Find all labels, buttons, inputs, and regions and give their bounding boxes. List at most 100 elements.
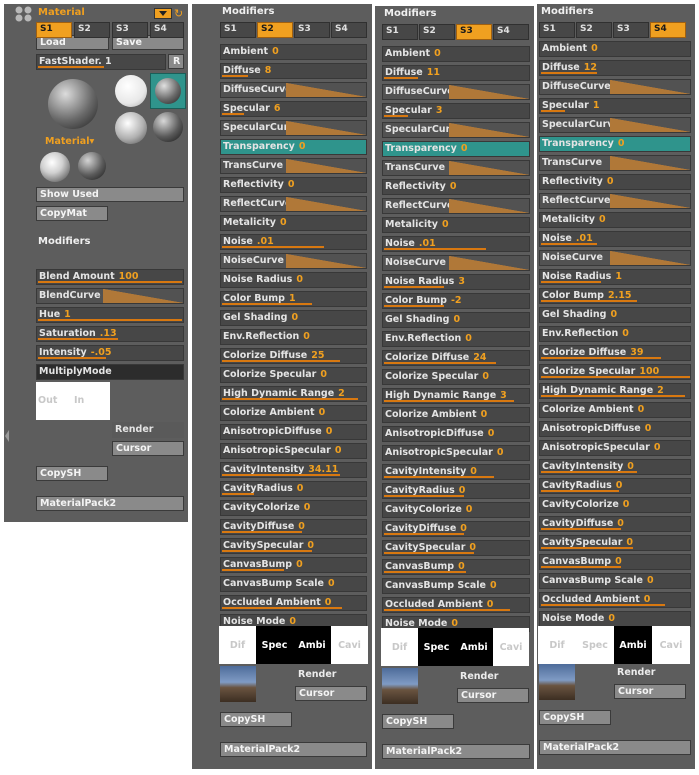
- out-in-box[interactable]: Out In: [36, 382, 110, 420]
- slot-s4-button[interactable]: S4: [493, 24, 529, 40]
- reflectcurve[interactable]: ReflectCurve: [539, 193, 691, 209]
- noise-slider[interactable]: Noise .01: [382, 236, 530, 252]
- diffusecurve[interactable]: DiffuseCurve: [220, 82, 367, 98]
- cavityspecular-slider[interactable]: CavitySpecular 0: [220, 538, 367, 554]
- cavityradius-slider[interactable]: CavityRadius 0: [539, 478, 691, 494]
- blend-curve[interactable]: BlendCurve: [36, 288, 184, 304]
- env-reflection-slider[interactable]: Env.Reflection 0: [382, 331, 530, 347]
- material-thumb-bright[interactable]: [40, 152, 70, 182]
- multiply-mode-field[interactable]: MultiplyMode: [36, 364, 184, 380]
- colorize-specular-slider[interactable]: Colorize Specular 0: [382, 369, 530, 385]
- channel-ambi-button[interactable]: Ambi: [614, 626, 652, 664]
- ambient-slider[interactable]: Ambient 0: [220, 44, 367, 60]
- colorize-ambient-slider[interactable]: Colorize Ambient 0: [539, 402, 691, 418]
- channel-spec-button[interactable]: Spec: [256, 626, 293, 664]
- cursor-button[interactable]: Cursor: [295, 686, 367, 701]
- colorize-diffuse-slider[interactable]: Colorize Diffuse 39: [539, 345, 691, 361]
- material-preview-sphere[interactable]: [48, 79, 98, 129]
- transcurve[interactable]: TransCurve: [539, 155, 691, 171]
- noisecurve[interactable]: NoiseCurve: [220, 253, 367, 269]
- channel-dif-button[interactable]: Dif: [538, 626, 576, 664]
- slot-s3-button[interactable]: S3: [112, 22, 148, 38]
- material-thumb-dark[interactable]: [153, 112, 183, 142]
- materialpack-button-panel0[interactable]: MaterialPack2: [36, 496, 184, 511]
- slot-s3-button[interactable]: S3: [456, 24, 492, 40]
- cavityradius-slider[interactable]: CavityRadius 0: [220, 481, 367, 497]
- anisotropicdiffuse-slider[interactable]: AnisotropicDiffuse 0: [539, 421, 691, 437]
- color-bump-slider[interactable]: Color Bump 1: [220, 291, 367, 307]
- channel-cavi-button[interactable]: Cavi: [493, 628, 529, 666]
- anisotropicspecular-slider[interactable]: AnisotropicSpecular 0: [539, 440, 691, 456]
- specular-slider[interactable]: Specular 3: [382, 103, 530, 119]
- gel-shading-slider[interactable]: Gel Shading 0: [220, 310, 367, 326]
- slot-s4-button[interactable]: S4: [331, 22, 367, 38]
- cavitydiffuse-slider[interactable]: CavityDiffuse 0: [382, 521, 530, 537]
- specularcurve[interactable]: SpecularCurve: [220, 120, 367, 136]
- render-label-panel0[interactable]: Render: [112, 422, 184, 438]
- canvasbump-slider[interactable]: CanvasBump 0: [220, 557, 367, 573]
- channel-spec-button[interactable]: Spec: [418, 628, 455, 666]
- slot-s4-button[interactable]: S4: [150, 22, 184, 38]
- render-preview-thumbnail[interactable]: [539, 664, 575, 700]
- occluded-ambient-slider[interactable]: Occluded Ambient 0: [220, 595, 367, 611]
- slot-s1-button[interactable]: S1: [539, 22, 575, 38]
- canvasbump-scale-slider[interactable]: CanvasBump Scale 0: [220, 576, 367, 592]
- material-thumb-selected[interactable]: [150, 73, 186, 109]
- collapse-arrow-icon[interactable]: [4, 424, 10, 448]
- anisotropicspecular-slider[interactable]: AnisotropicSpecular 0: [382, 445, 530, 461]
- slot-s2-button[interactable]: S2: [419, 24, 455, 40]
- show-used-button[interactable]: Show Used: [36, 187, 184, 202]
- cavitycolorize-slider[interactable]: CavityColorize 0: [382, 502, 530, 518]
- occluded-ambient-slider[interactable]: Occluded Ambient 0: [382, 597, 530, 613]
- cavityradius-slider[interactable]: CavityRadius 0: [382, 483, 530, 499]
- slot-s2-button[interactable]: S2: [74, 22, 110, 38]
- gel-shading-slider[interactable]: Gel Shading 0: [539, 307, 691, 323]
- channel-dif-button[interactable]: Dif: [381, 628, 418, 666]
- reflectcurve[interactable]: ReflectCurve: [382, 198, 530, 214]
- colorize-specular-slider[interactable]: Colorize Specular 100: [539, 364, 691, 380]
- copysh-button[interactable]: CopySH: [539, 710, 611, 725]
- canvasbump-slider[interactable]: CanvasBump 0: [539, 554, 691, 570]
- ambient-slider[interactable]: Ambient 0: [382, 46, 530, 62]
- metalicity-slider[interactable]: Metalicity 0: [220, 215, 367, 231]
- high-dynamic-range-slider[interactable]: High Dynamic Range 2: [539, 383, 691, 399]
- noise-radius-slider[interactable]: Noise Radius 1: [539, 269, 691, 285]
- noise-mode-slider[interactable]: Noise Mode 0: [539, 611, 691, 627]
- channel-dif-button[interactable]: Dif: [219, 626, 256, 664]
- transcurve[interactable]: TransCurve: [220, 158, 367, 174]
- channel-ambi-button[interactable]: Ambi: [455, 628, 493, 666]
- reset-button[interactable]: R: [168, 54, 184, 69]
- materialpack-button[interactable]: MaterialPack2: [539, 740, 691, 755]
- render-label[interactable]: Render: [298, 669, 336, 680]
- cavityspecular-slider[interactable]: CavitySpecular 0: [539, 535, 691, 551]
- metalicity-slider[interactable]: Metalicity 0: [382, 217, 530, 233]
- reflectivity-slider[interactable]: Reflectivity 0: [539, 174, 691, 190]
- diffuse-slider[interactable]: Diffuse 12: [539, 60, 691, 76]
- saturation-slider[interactable]: Saturation .13: [36, 326, 184, 342]
- ambient-slider[interactable]: Ambient 0: [539, 41, 691, 57]
- intensity-slider[interactable]: Intensity -.05: [36, 345, 184, 361]
- slot-s4-button[interactable]: S4: [650, 22, 686, 38]
- cursor-button-panel0[interactable]: Cursor: [112, 441, 184, 456]
- channel-spec-button[interactable]: Spec: [576, 626, 614, 664]
- transparency-slider[interactable]: Transparency 0: [220, 139, 367, 155]
- canvasbump-scale-slider[interactable]: CanvasBump Scale 0: [539, 573, 691, 589]
- noise-slider[interactable]: Noise .01: [220, 234, 367, 250]
- material-thumb-gloss[interactable]: [115, 112, 147, 144]
- cavityintensity-slider[interactable]: CavityIntensity 0: [382, 464, 530, 480]
- transcurve[interactable]: TransCurve: [382, 160, 530, 176]
- material-menu[interactable]: Material▾: [45, 136, 94, 147]
- diffuse-slider[interactable]: Diffuse 8: [220, 63, 367, 79]
- diffuse-slider[interactable]: Diffuse 11: [382, 65, 530, 81]
- channel-ambi-button[interactable]: Ambi: [293, 626, 331, 664]
- shader-name-field[interactable]: FastShader. 1: [36, 54, 166, 70]
- render-label[interactable]: Render: [617, 667, 655, 678]
- noisecurve[interactable]: NoiseCurve: [539, 250, 691, 266]
- cavityintensity-slider[interactable]: CavityIntensity 0: [539, 459, 691, 475]
- metalicity-slider[interactable]: Metalicity 0: [539, 212, 691, 228]
- canvasbump-scale-slider[interactable]: CanvasBump Scale 0: [382, 578, 530, 594]
- copymat-button[interactable]: CopyMat: [36, 206, 108, 221]
- cavityspecular-slider[interactable]: CavitySpecular 0: [382, 540, 530, 556]
- colorize-specular-slider[interactable]: Colorize Specular 0: [220, 367, 367, 383]
- copysh-button[interactable]: CopySH: [382, 714, 454, 729]
